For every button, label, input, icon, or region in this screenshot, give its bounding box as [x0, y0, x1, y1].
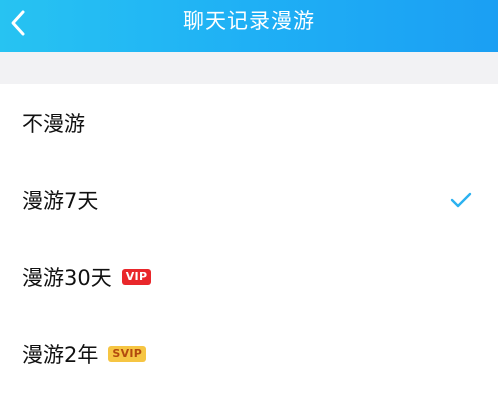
- checkmark-icon: [450, 192, 472, 208]
- roaming-options-list: 不漫游 漫游7天 漫游30天 VIP 漫游2年 SVIP: [0, 84, 498, 392]
- option-label-text: 漫游7天: [22, 188, 99, 213]
- vip-badge: VIP: [121, 268, 152, 285]
- option-label: 漫游7天: [22, 185, 98, 215]
- option-label-text: 不漫游: [22, 111, 85, 136]
- svip-badge: SVIP: [108, 345, 147, 362]
- page-title: 聊天记录漫游: [183, 9, 315, 33]
- option-label: 不漫游: [22, 108, 85, 138]
- option-label: 漫游2年 SVIP: [22, 339, 147, 369]
- option-no-roaming[interactable]: 不漫游: [0, 84, 498, 161]
- option-label-text: 漫游30天: [22, 265, 112, 290]
- option-roaming-7-days[interactable]: 漫游7天: [0, 161, 498, 238]
- option-roaming-30-days[interactable]: 漫游30天 VIP: [0, 238, 498, 315]
- option-label: 漫游30天 VIP: [22, 262, 152, 292]
- section-gap: [0, 52, 498, 84]
- option-roaming-2-years[interactable]: 漫游2年 SVIP: [0, 315, 498, 392]
- option-label-text: 漫游2年: [22, 342, 99, 367]
- top-bar: 聊天记录漫游: [0, 0, 498, 52]
